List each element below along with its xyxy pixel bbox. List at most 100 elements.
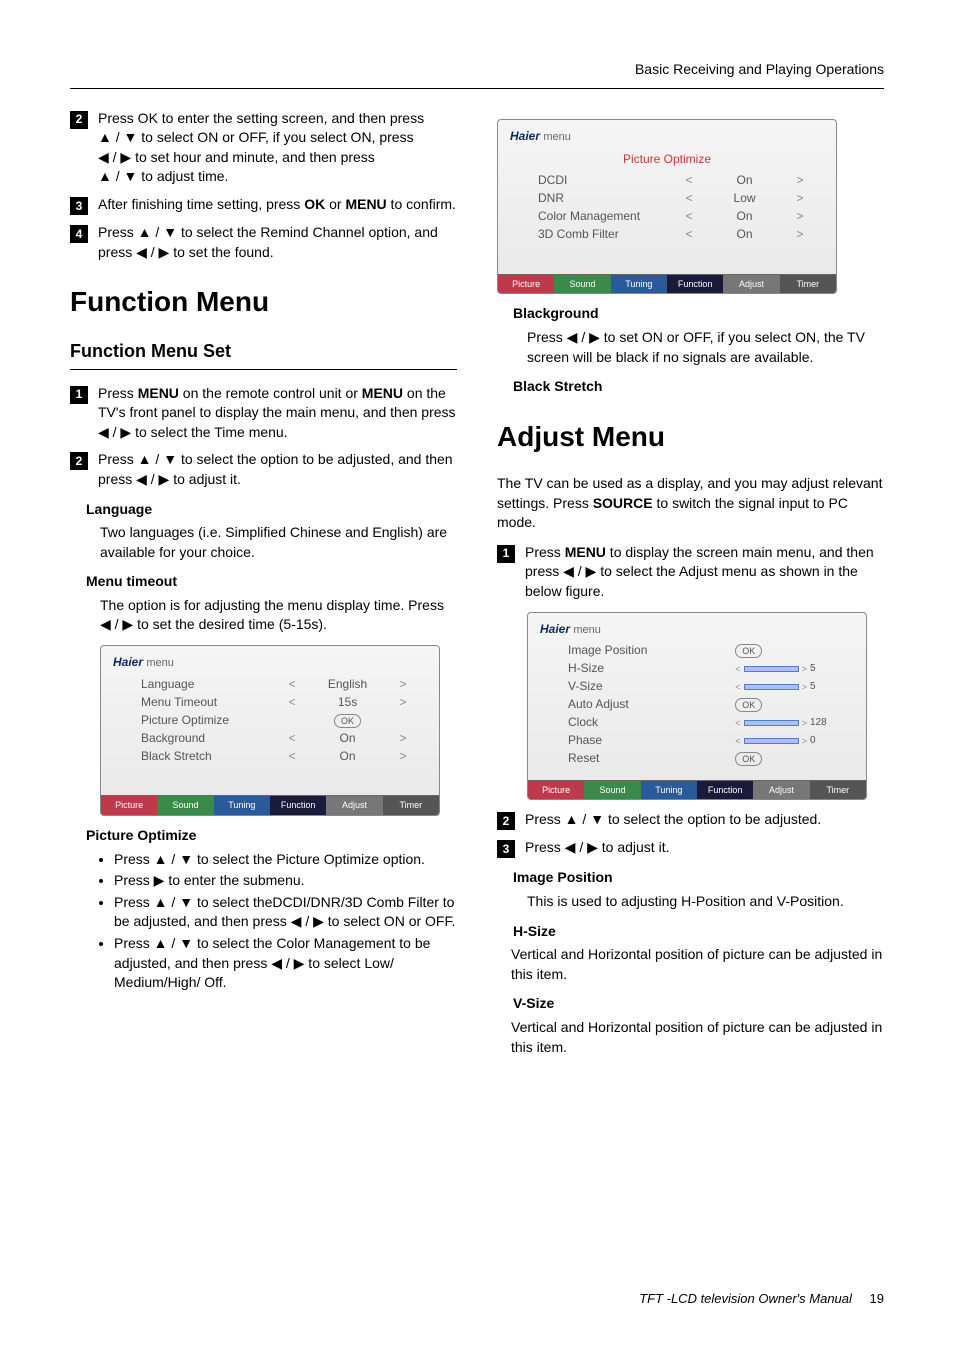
v-size-text: Vertical and Horizontal position of pict… [497, 1018, 884, 1057]
list-item: Press ▶ to enter the submenu. [114, 871, 457, 891]
tab: Tuning [214, 796, 270, 815]
tab: Tuning [641, 781, 697, 800]
t: Press [98, 385, 138, 401]
function-menu-set-heading: Function Menu Set [70, 339, 457, 369]
step-num-icon: 1 [70, 386, 88, 404]
menu-rows: Image PositionOK H-Size<>5 V-Size<>5 Aut… [528, 642, 866, 780]
left-column: 2 Press OK to enter the setting screen, … [70, 109, 457, 1064]
slider-bar [744, 666, 799, 672]
menu-label: MENU [138, 385, 179, 401]
astep-3: 3 Press ◀ / ▶ to adjust it. [497, 838, 884, 858]
language-heading: Language [70, 500, 457, 520]
adjust-menu-heading: Adjust Menu [497, 417, 884, 456]
brand-label: Haier [113, 655, 143, 669]
menu-row: DNR<Low> [538, 190, 806, 208]
menu-row: Phase<>0 [568, 732, 836, 750]
h-size-heading: H-Size [497, 922, 884, 942]
brand-sub: menu [146, 657, 174, 669]
ok-label: OK [304, 196, 325, 212]
menu-brand: Haier menu [101, 646, 439, 675]
tab: Timer [383, 796, 439, 815]
menu-row: Color Management<On> [538, 208, 806, 226]
step-num-icon: 1 [497, 545, 515, 563]
step-body: Press ▲ / ▼ to select the option to be a… [525, 810, 884, 830]
line: ◀ / ▶ to set hour and minute, and then p… [98, 148, 457, 168]
menu-row: ResetOK [568, 750, 836, 768]
list-item: Press ▲ / ▼ to select the Color Manageme… [114, 934, 457, 993]
menu-tabs: Picture Sound Tuning Function Adjust Tim… [498, 274, 836, 294]
slider-bar [744, 720, 799, 726]
ok-icon: OK [735, 752, 762, 766]
blackground-text: Press ◀ / ▶ to set ON or OFF, if you sel… [497, 328, 884, 367]
picture-optimize-heading: Picture Optimize [70, 826, 457, 846]
step-num-icon: 3 [497, 840, 515, 858]
tab: Tuning [611, 275, 667, 294]
menu-row: Background<On> [141, 729, 409, 747]
menu-screenshot-picture-optimize: Haier menu Picture Optimize DCDI<On> DNR… [497, 119, 837, 295]
menu-row: Image PositionOK [568, 642, 836, 660]
menu-rows: DCDI<On> DNR<Low> Color Management<On> 3… [498, 172, 836, 274]
step-3: 3 After finishing time setting, press OK… [70, 195, 457, 215]
t: on the remote control unit or [179, 385, 362, 401]
menu-timeout-heading: Menu timeout [70, 572, 457, 592]
step-num-icon: 2 [70, 452, 88, 470]
v-size-heading: V-Size [497, 994, 884, 1014]
tab: Timer [810, 781, 866, 800]
content-columns: 2 Press OK to enter the setting screen, … [70, 109, 884, 1064]
picture-optimize-bullets: Press ▲ / ▼ to select the Picture Optimi… [70, 850, 457, 993]
menu-row: V-Size<>5 [568, 678, 836, 696]
black-stretch-heading: Black Stretch [497, 377, 884, 397]
tab: Picture [498, 275, 554, 294]
step-body: Press ◀ / ▶ to adjust it. [525, 838, 884, 858]
step-4: 4 Press ▲ / ▼ to select the Remind Chann… [70, 223, 457, 262]
brand-label: Haier [540, 622, 570, 636]
brand-label: Haier [510, 129, 540, 143]
step-body: After finishing time setting, press OK o… [98, 195, 457, 215]
astep-1: 1 Press MENU to display the screen main … [497, 543, 884, 602]
menu-label: MENU [345, 196, 386, 212]
menu-brand: Haier menu [498, 120, 836, 149]
step-body: Press ▲ / ▼ to select the Remind Channel… [98, 223, 457, 262]
header-section: Basic Receiving and Playing Operations [70, 60, 884, 89]
menu-row: Picture OptimizeOK [141, 711, 409, 729]
t: to confirm. [387, 196, 456, 212]
h-size-text: Vertical and Horizontal position of pict… [497, 945, 884, 984]
footer-text: TFT -LCD television Owner's Manual [639, 1291, 852, 1306]
step-body: Press ▲ / ▼ to select the option to be a… [98, 450, 457, 489]
header-title: Basic Receiving and Playing Operations [635, 61, 884, 77]
ok-icon: OK [735, 644, 762, 658]
menu-brand: Haier menu [528, 613, 866, 642]
tab: Picture [101, 796, 157, 815]
t: Press [525, 544, 565, 560]
list-item: Press ▲ / ▼ to select theDCDI/DNR/3D Com… [114, 893, 457, 932]
tab: Sound [584, 781, 640, 800]
image-position-heading: Image Position [497, 868, 884, 888]
language-text: Two languages (i.e. Simplified Chinese a… [70, 523, 457, 562]
slider-bar [744, 684, 799, 690]
tab: Sound [157, 796, 213, 815]
source-label: SOURCE [593, 495, 653, 511]
t: After finishing time setting, press [98, 196, 304, 212]
tab: Adjust [326, 796, 382, 815]
image-position-text: This is used to adjusting H-Position and… [497, 892, 884, 912]
step-num-icon: 2 [70, 111, 88, 129]
menu-row: Language<English> [141, 675, 409, 693]
menu-row: H-Size<>5 [568, 660, 836, 678]
menu-label: MENU [565, 544, 606, 560]
menu-row: Menu Timeout<15s> [141, 693, 409, 711]
menu-rows: Language<English> Menu Timeout<15s> Pict… [101, 675, 439, 795]
menu-label: MENU [362, 385, 403, 401]
step-num-icon: 4 [70, 225, 88, 243]
ok-icon: OK [334, 714, 361, 728]
tab: Adjust [723, 275, 779, 294]
menu-row: DCDI<On> [538, 172, 806, 190]
tab: Picture [528, 781, 584, 800]
tab: Function [270, 796, 326, 815]
menu-screenshot-function: Haier menu Language<English> Menu Timeou… [100, 645, 440, 816]
menu-row: 3D Comb Filter<On> [538, 226, 806, 244]
astep-2: 2 Press ▲ / ▼ to select the option to be… [497, 810, 884, 830]
right-column: Haier menu Picture Optimize DCDI<On> DNR… [497, 109, 884, 1064]
tab: Sound [554, 275, 610, 294]
menu-tabs: Picture Sound Tuning Function Adjust Tim… [528, 780, 866, 800]
fstep-1: 1 Press MENU on the remote control unit … [70, 384, 457, 443]
